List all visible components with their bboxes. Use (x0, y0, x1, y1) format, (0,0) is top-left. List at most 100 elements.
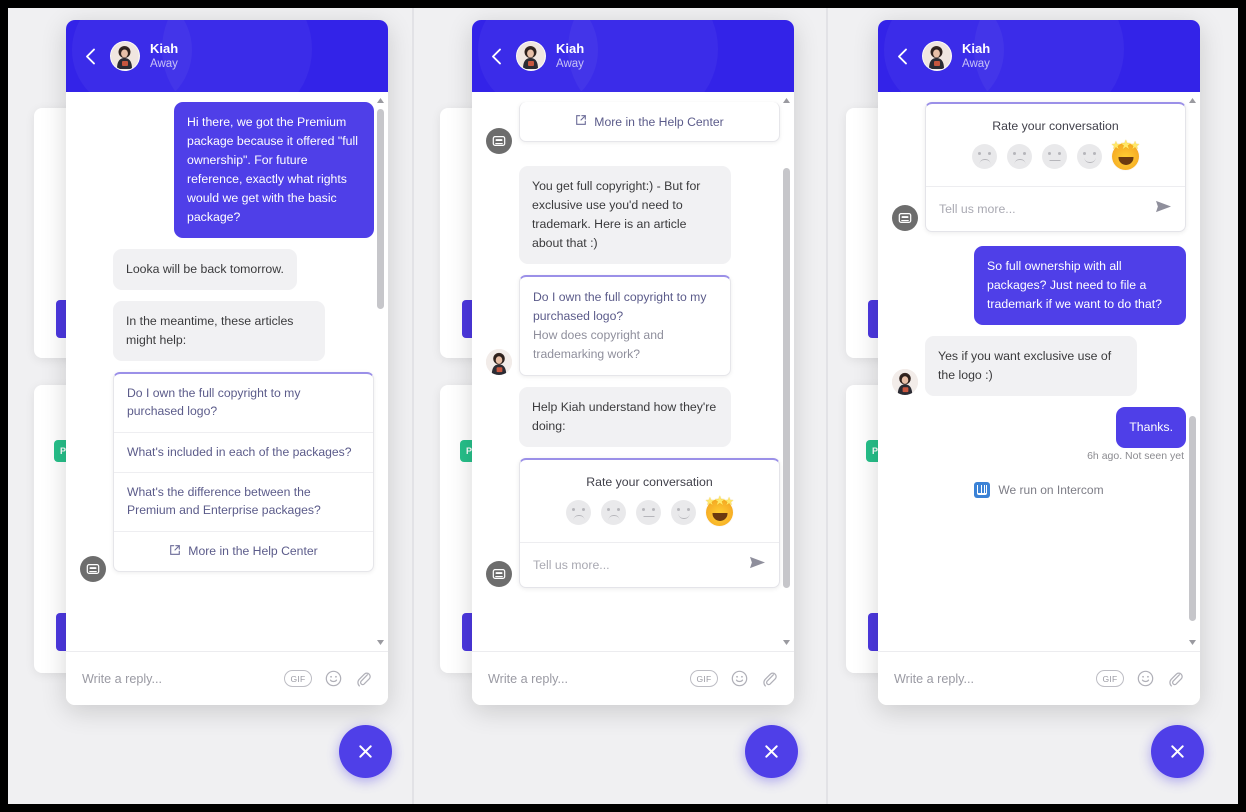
back-icon[interactable] (892, 42, 912, 70)
scrollbar[interactable] (1188, 96, 1197, 647)
quote-card-row: Do I own the full copyright to my purcha… (486, 275, 780, 376)
back-icon[interactable] (486, 42, 506, 70)
smiley-icon[interactable] (325, 670, 342, 687)
message-bubble: Thanks. (1116, 407, 1186, 449)
paperclip-icon[interactable] (761, 670, 778, 687)
article-link[interactable]: Do I own the full copyright to my purcha… (114, 374, 373, 433)
send-icon[interactable] (749, 555, 766, 575)
message-row: Help Kiah understand how they're doing: (486, 386, 780, 447)
help-center-label: More in the Help Center (188, 544, 318, 559)
article-suggestion-card: Do I own the full copyright to my purcha… (113, 372, 374, 572)
rating-card: Rate your conversation ★ ★ ★ Tell us more.… (519, 457, 780, 588)
smiley-icon[interactable] (1137, 670, 1154, 687)
header-text: Kiah Away (556, 41, 584, 72)
agent-avatar (486, 348, 512, 375)
message-bubble: You get full copyright:) - But for exclu… (519, 166, 731, 265)
scrollbar-thumb[interactable] (1189, 416, 1196, 621)
avatar-spacer (80, 249, 113, 290)
message-row: You get full copyright:) - But for exclu… (486, 166, 780, 265)
message-status: 6h ago. Not seen yet (1087, 450, 1184, 463)
reply-input[interactable]: Write a reply... (488, 672, 677, 686)
external-link-icon (575, 114, 587, 129)
neutral-face-icon[interactable] (1042, 144, 1067, 169)
agent-name: Kiah (556, 40, 585, 56)
article-suggestion-card: More in the Help Center (519, 102, 780, 142)
agent-status: Away (150, 57, 178, 70)
sad-face-icon[interactable] (601, 499, 626, 525)
close-icon (359, 745, 372, 758)
happy-face-icon[interactable] (1077, 144, 1102, 169)
panel-divider-2 (826, 8, 828, 804)
message-bubble: Looka will be back tomorrow. (113, 249, 297, 291)
scroll-up-icon[interactable] (1188, 96, 1197, 105)
panel-header: Kiah Away (472, 20, 794, 92)
article-card-row: Do I own the full copyright to my purcha… (80, 372, 374, 582)
message-row: Thanks. (892, 407, 1186, 449)
avatar-spacer (486, 387, 519, 447)
star-struck-face-icon[interactable]: ★ ★ ★ (1111, 138, 1140, 170)
help-center-label: More in the Help Center (594, 114, 724, 129)
rating-feedback-row: Tell us more... (926, 186, 1185, 231)
sad-face-icon[interactable] (1007, 144, 1032, 169)
agent-name: Kiah (962, 40, 991, 56)
agent-status: Away (962, 57, 990, 70)
scrollbar-thumb[interactable] (377, 109, 384, 309)
gif-button[interactable]: GIF (1096, 670, 1124, 687)
article-link[interactable]: Do I own the full copyright to my purcha… (533, 288, 717, 326)
gif-button[interactable]: GIF (284, 670, 312, 687)
message-row: So full ownership with all packages? Jus… (892, 246, 1186, 326)
scroll-up-icon[interactable] (782, 96, 791, 105)
close-launcher-button-1[interactable] (339, 725, 392, 778)
message-bubble: Yes if you want exclusive use of the log… (925, 336, 1137, 397)
reply-input[interactable]: Write a reply... (82, 672, 271, 686)
close-launcher-button-3[interactable] (1151, 725, 1204, 778)
panel-divider-1 (412, 8, 414, 804)
smiley-icon[interactable] (731, 670, 748, 687)
article-card-row: More in the Help Center (486, 102, 780, 155)
rating-title: Rate your conversation (586, 474, 713, 489)
back-icon[interactable] (80, 42, 100, 70)
scroll-up-icon[interactable] (376, 96, 385, 105)
rating-card-row: Rate your conversation ★ ★ ★ Tell us more.… (486, 457, 780, 588)
help-center-link[interactable]: More in the Help Center (520, 102, 779, 141)
messenger-panel-2: Kiah Away More in the Help Center You ge… (472, 20, 794, 705)
send-icon[interactable] (1155, 199, 1172, 219)
close-launcher-button-2[interactable] (745, 725, 798, 778)
paperclip-icon[interactable] (355, 670, 372, 687)
scroll-down-icon[interactable] (376, 638, 385, 647)
avatar-spacer (486, 166, 519, 264)
message-bubble: Hi there, we got the Premium package bec… (174, 102, 374, 239)
angry-face-icon[interactable] (566, 499, 591, 525)
angry-face-icon[interactable] (972, 144, 997, 169)
article-link[interactable]: What's the difference between the Premiu… (114, 473, 373, 532)
star-struck-face-icon[interactable]: ★ ★ ★ (705, 494, 734, 526)
panel-header: Kiah Away (878, 20, 1200, 92)
bot-avatar (892, 205, 918, 231)
article-suggestion-card[interactable]: Do I own the full copyright to my purcha… (519, 275, 731, 376)
panel-header: Kiah Away (66, 20, 388, 92)
help-center-link[interactable]: More in the Help Center (114, 532, 373, 571)
intercom-branding[interactable]: We run on Intercom (892, 472, 1186, 502)
rating-face-group: ★ ★ ★ (926, 137, 1185, 186)
scroll-down-icon[interactable] (1188, 638, 1197, 647)
message-list: Hi there, we got the Premium package bec… (66, 92, 388, 651)
messenger-panel-3: Kiah Away Rate your conversation ★ ★ ★ T… (878, 20, 1200, 705)
close-icon (1171, 745, 1184, 758)
scrollbar[interactable] (376, 96, 385, 647)
scrollbar-thumb[interactable] (783, 168, 790, 588)
happy-face-icon[interactable] (671, 499, 696, 525)
article-link[interactable]: How does copyright and trademarking work… (533, 326, 717, 364)
composer: Write a reply... GIF (878, 651, 1200, 705)
scroll-down-icon[interactable] (782, 638, 791, 647)
reply-input[interactable]: Write a reply... (894, 672, 1083, 686)
messenger-panel-1: Kiah Away Hi there, we got the Premium p… (66, 20, 388, 705)
neutral-face-icon[interactable] (636, 499, 661, 525)
paperclip-icon[interactable] (1167, 670, 1184, 687)
rating-card: Rate your conversation ★ ★ ★ Tell us more.… (925, 102, 1186, 232)
rating-feedback-input[interactable]: Tell us more... (939, 202, 1147, 216)
article-link[interactable]: What's included in each of the packages? (114, 433, 373, 474)
scrollbar[interactable] (782, 96, 791, 647)
gif-button[interactable]: GIF (690, 670, 718, 687)
rating-feedback-input[interactable]: Tell us more... (533, 558, 741, 572)
close-icon (765, 745, 778, 758)
